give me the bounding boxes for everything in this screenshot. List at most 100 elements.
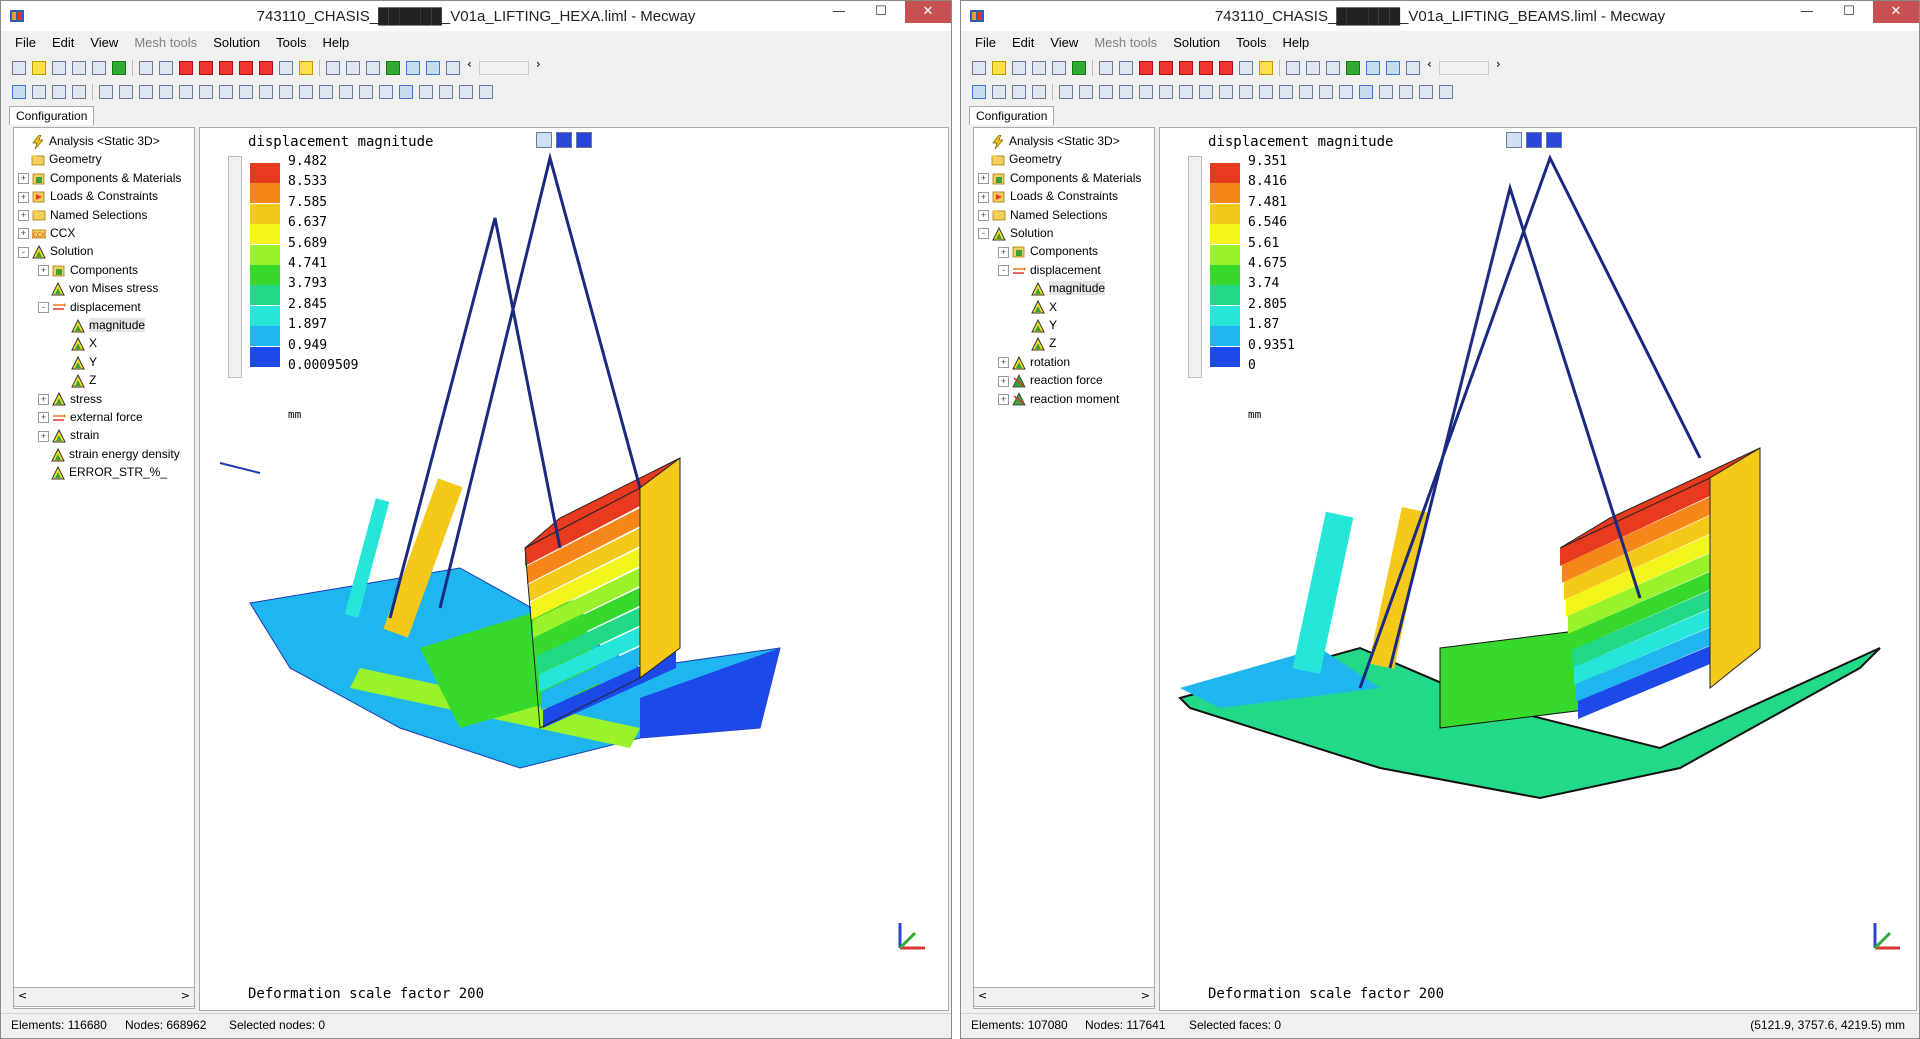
tree-scrollbar[interactable]: < > bbox=[13, 987, 195, 1007]
select-element-icon[interactable] bbox=[1032, 85, 1046, 99]
table-icon[interactable] bbox=[1439, 85, 1453, 99]
title-bar[interactable]: 743110_CHASIS_██████_V01a_LIFTING_BEAMS.… bbox=[961, 1, 1919, 31]
cube-red4-icon[interactable] bbox=[239, 61, 253, 75]
tree-node-rotation[interactable]: + rotation bbox=[998, 353, 1070, 371]
expand-icon[interactable]: + bbox=[978, 209, 989, 221]
select-element-icon[interactable] bbox=[72, 85, 86, 99]
cube-red-icon[interactable] bbox=[1139, 61, 1153, 75]
select-pointer-icon[interactable] bbox=[972, 85, 986, 99]
tree-node-von-mises-stress[interactable]: von Mises stress bbox=[38, 279, 158, 297]
cube-icon[interactable] bbox=[1119, 61, 1133, 75]
menu-solution[interactable]: Solution bbox=[205, 33, 268, 53]
tree-node-strain[interactable]: + strain bbox=[38, 426, 99, 444]
close-button[interactable]: ✕ bbox=[905, 1, 951, 23]
chevron-right-icon[interactable]: › bbox=[1496, 57, 1501, 71]
cube-red2-icon[interactable] bbox=[1159, 61, 1173, 75]
scroll-right-icon[interactable]: > bbox=[1141, 989, 1150, 1002]
chevron-left-icon[interactable]: ‹ bbox=[467, 57, 472, 71]
cube-icon[interactable] bbox=[159, 61, 173, 75]
view-dropdown-icon[interactable] bbox=[346, 61, 360, 75]
cross-icon[interactable] bbox=[159, 85, 173, 99]
scroll-left-icon[interactable]: < bbox=[18, 989, 27, 1002]
collapse-icon[interactable]: - bbox=[998, 265, 1009, 277]
deform3-icon[interactable] bbox=[439, 85, 453, 99]
open-file-icon[interactable] bbox=[32, 61, 46, 75]
tree-node-geometry[interactable]: Geometry bbox=[18, 150, 102, 168]
expand-icon[interactable]: + bbox=[998, 357, 1009, 369]
menu-tools[interactable]: Tools bbox=[1228, 33, 1274, 53]
fit-icon[interactable] bbox=[299, 61, 313, 75]
triangle-icon[interactable] bbox=[359, 85, 373, 99]
mesh-icon[interactable] bbox=[446, 61, 460, 75]
menu-help[interactable]: Help bbox=[1275, 33, 1318, 53]
triangle2-icon[interactable] bbox=[379, 85, 393, 99]
tree-node-y[interactable]: Y bbox=[1018, 316, 1057, 334]
deform-icon[interactable] bbox=[399, 85, 413, 99]
box3d-icon[interactable] bbox=[139, 85, 153, 99]
view-icon[interactable] bbox=[1286, 61, 1300, 75]
maximize-button[interactable]: ☐ bbox=[861, 1, 901, 23]
tree-node-loads-constraints[interactable]: + Loads & Constraints bbox=[18, 187, 158, 205]
expand-icon[interactable]: + bbox=[18, 228, 29, 240]
cube-red2-icon[interactable] bbox=[199, 61, 213, 75]
menu-file[interactable]: File bbox=[967, 33, 1004, 53]
wireframe-icon[interactable] bbox=[426, 61, 440, 75]
expand-icon[interactable]: + bbox=[998, 246, 1009, 258]
redo-icon[interactable] bbox=[1052, 61, 1066, 75]
tree-node-displacement[interactable]: - displacement bbox=[38, 298, 141, 316]
surface-icon[interactable] bbox=[1346, 61, 1360, 75]
redo-icon[interactable] bbox=[92, 61, 106, 75]
cube-red4-icon[interactable] bbox=[1199, 61, 1213, 75]
menu-solution[interactable]: Solution bbox=[1165, 33, 1228, 53]
tree-node-components-materials[interactable]: + Components & Materials bbox=[978, 169, 1141, 187]
beam-icon[interactable] bbox=[219, 85, 233, 99]
tree-node-solution[interactable]: - Solution bbox=[978, 224, 1053, 242]
arc2-icon[interactable] bbox=[1239, 85, 1253, 99]
tree-node-stress[interactable]: + stress bbox=[38, 390, 102, 408]
select-pointer-icon[interactable] bbox=[12, 85, 26, 99]
3d-viewport[interactable]: displacement magnitude mm 9.351 8.416 7.48… bbox=[1159, 127, 1917, 1011]
rotate-icon[interactable] bbox=[1326, 61, 1340, 75]
arc-icon[interactable] bbox=[1219, 85, 1233, 99]
title-bar[interactable]: 743110_CHASIS_██████_V01a_LIFTING_HEXA.l… bbox=[1, 1, 951, 31]
sym-icon[interactable] bbox=[1199, 85, 1213, 99]
expand-icon[interactable]: + bbox=[38, 265, 49, 277]
collapse-icon[interactable]: - bbox=[18, 246, 29, 258]
zoom-icon[interactable] bbox=[279, 61, 293, 75]
tree-node-components[interactable]: + Components bbox=[38, 261, 138, 279]
rotate-icon[interactable] bbox=[366, 61, 380, 75]
chevron-left-icon[interactable]: ‹ bbox=[1427, 57, 1432, 71]
mesh-icon[interactable] bbox=[1406, 61, 1420, 75]
maximize-button[interactable]: ☐ bbox=[1829, 1, 1869, 23]
triangle-icon[interactable] bbox=[1319, 85, 1333, 99]
explode-icon[interactable] bbox=[99, 85, 113, 99]
tree-node-named-selections[interactable]: + Named Selections bbox=[978, 206, 1107, 224]
arc-icon[interactable] bbox=[259, 85, 273, 99]
beam-icon[interactable] bbox=[1179, 85, 1193, 99]
collapse-icon[interactable]: - bbox=[978, 228, 989, 240]
expand-icon[interactable]: + bbox=[18, 191, 29, 203]
expand-icon[interactable]: + bbox=[38, 393, 49, 405]
cube-red3-icon[interactable] bbox=[219, 61, 233, 75]
surface-icon[interactable] bbox=[386, 61, 400, 75]
3d-viewport[interactable]: displacement magnitude mm 9.482 8.533 7.58… bbox=[199, 127, 949, 1011]
film-icon[interactable] bbox=[459, 85, 473, 99]
tree-node-y[interactable]: Y bbox=[58, 353, 97, 371]
select-node-icon[interactable] bbox=[992, 85, 1006, 99]
tree-node-analysis-static-3d[interactable]: Analysis <Static 3D> bbox=[978, 132, 1120, 150]
tree-node-strain-energy-density[interactable]: strain energy density bbox=[38, 445, 180, 463]
tree-node-x[interactable]: X bbox=[1018, 298, 1057, 316]
save-icon[interactable] bbox=[52, 61, 66, 75]
grid-icon[interactable] bbox=[1279, 85, 1293, 99]
tree-scrollbar[interactable]: < > bbox=[973, 987, 1155, 1007]
menu-tools[interactable]: Tools bbox=[268, 33, 314, 53]
split-icon[interactable] bbox=[299, 85, 313, 99]
select-face-icon[interactable] bbox=[52, 85, 66, 99]
slider-track[interactable] bbox=[1438, 61, 1489, 75]
measure-icon[interactable] bbox=[339, 85, 353, 99]
equals-icon[interactable] bbox=[1072, 61, 1086, 75]
new-file-icon[interactable] bbox=[12, 61, 26, 75]
tree-node-external-force[interactable]: + external force bbox=[38, 408, 143, 426]
mirror-icon[interactable] bbox=[199, 85, 213, 99]
tree-node-reaction-moment[interactable]: + reaction moment bbox=[998, 390, 1119, 408]
